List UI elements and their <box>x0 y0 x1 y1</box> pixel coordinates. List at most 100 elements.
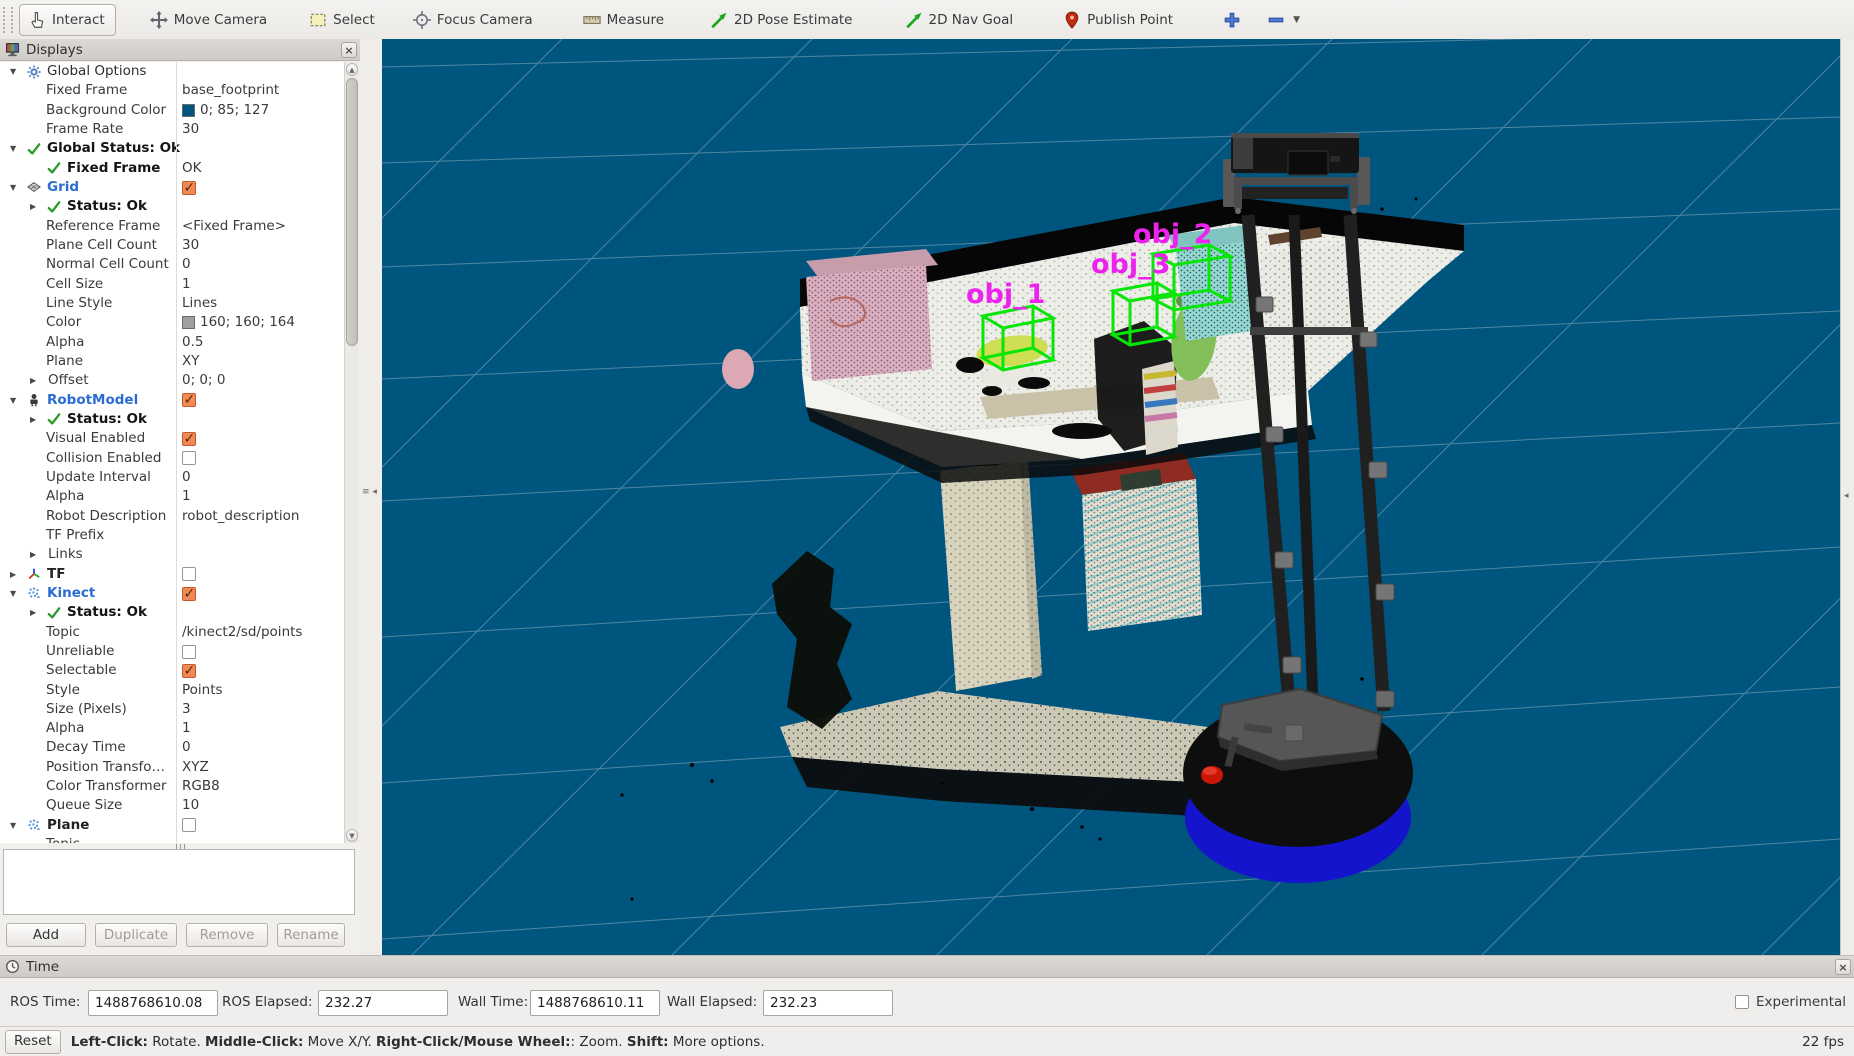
property-value[interactable]: OK <box>176 159 345 178</box>
tree-row[interactable]: Size (Pixels)3 <box>0 700 345 719</box>
tree-row[interactable]: ▶TF <box>0 565 345 584</box>
tree-row[interactable]: StylePoints <box>0 681 345 700</box>
property-value[interactable] <box>176 391 345 410</box>
tree-row[interactable]: ▼Global Status: Ok <box>0 139 345 158</box>
tree-row[interactable]: Position Transfo…XYZ <box>0 758 345 777</box>
scroll-up-icon[interactable]: ▲ <box>346 63 358 76</box>
tree-row[interactable]: Robot Descriptionrobot_description <box>0 507 345 526</box>
tool-pose-estimate[interactable]: 2D Pose Estimate <box>706 5 856 35</box>
remove-button[interactable]: Remove <box>186 923 268 947</box>
tree-row[interactable]: Fixed FrameOK <box>0 159 345 178</box>
expander-open-icon[interactable]: ▼ <box>10 62 16 81</box>
expander-closed-icon[interactable]: ▶ <box>30 371 36 390</box>
tree-row[interactable]: ▶Status: Ok <box>0 603 345 622</box>
property-value[interactable]: 0; 0; 0 <box>176 371 345 390</box>
tree-row[interactable]: ▼Plane <box>0 816 345 835</box>
expander-closed-icon[interactable]: ▶ <box>30 410 36 429</box>
tree-row[interactable]: ▶Status: Ok <box>0 410 345 429</box>
time-panel-header[interactable]: Time × <box>0 956 1854 978</box>
left-splitter[interactable]: ≡ ◂ <box>360 39 383 955</box>
property-value[interactable]: 0 <box>176 738 345 757</box>
rename-button[interactable]: Rename <box>277 923 345 947</box>
displays-panel-header[interactable]: Displays × <box>0 39 360 61</box>
property-value[interactable]: RGB8 <box>176 777 345 796</box>
tree-row[interactable]: PlaneXY <box>0 352 345 371</box>
chevron-down-icon[interactable]: ▼ <box>1293 15 1300 25</box>
property-value[interactable] <box>176 197 345 216</box>
property-value[interactable]: 3 <box>176 700 345 719</box>
property-value[interactable]: 1 <box>176 719 345 738</box>
tool-select[interactable]: Select <box>305 5 379 35</box>
tree-row[interactable]: Decay Time0 <box>0 738 345 757</box>
property-value[interactable] <box>176 62 345 81</box>
tree-row[interactable]: ▶Links <box>0 545 345 564</box>
property-value[interactable] <box>176 449 345 468</box>
property-value[interactable]: base_footprint <box>176 81 345 100</box>
property-value[interactable] <box>176 642 345 661</box>
displays-close-button[interactable]: × <box>341 42 357 58</box>
right-collapse-icon[interactable]: ◂ <box>1844 491 1849 501</box>
right-collapsed-panel[interactable]: ◂ <box>1840 39 1854 955</box>
wall-elapsed-input[interactable] <box>763 990 893 1016</box>
property-value[interactable] <box>176 139 345 158</box>
property-value[interactable]: XY <box>176 352 345 371</box>
scrollbar-thumb[interactable] <box>346 78 358 346</box>
scroll-down-icon[interactable]: ▼ <box>346 829 358 842</box>
tool-measure[interactable]: Measure <box>579 5 668 35</box>
tree-row[interactable]: Visual Enabled <box>0 429 345 448</box>
tree-row[interactable]: Alpha1 <box>0 487 345 506</box>
checkbox-checked[interactable] <box>182 181 196 195</box>
property-value[interactable]: 0 <box>176 255 345 274</box>
tree-row[interactable]: Queue Size10 <box>0 796 345 815</box>
property-value[interactable] <box>176 603 345 622</box>
checkbox-checked[interactable] <box>182 587 196 601</box>
expander-open-icon[interactable]: ▼ <box>10 584 16 603</box>
3d-viewport[interactable]: obj_1 obj_3 obj_2 <box>382 39 1840 955</box>
tree-row[interactable]: ▼Grid <box>0 178 345 197</box>
reset-button[interactable]: Reset <box>5 1030 61 1054</box>
tree-row[interactable]: Topic <box>0 835 345 843</box>
tree-row[interactable]: TF Prefix <box>0 526 345 545</box>
checkbox-checked[interactable] <box>182 664 196 678</box>
tree-row[interactable]: ▶Status: Ok <box>0 197 345 216</box>
experimental-checkbox[interactable] <box>1735 995 1749 1009</box>
property-value[interactable]: <Fixed Frame> <box>176 217 345 236</box>
tool-focus-camera[interactable]: Focus Camera <box>409 5 537 35</box>
tool-publish-point[interactable]: Publish Point <box>1059 5 1177 35</box>
tree-row[interactable]: Background Color0; 85; 127 <box>0 101 345 120</box>
checkbox-unchecked[interactable] <box>182 818 196 832</box>
toolbar-grip[interactable] <box>3 7 13 33</box>
property-value[interactable]: Lines <box>176 294 345 313</box>
splitter-collapse-icon[interactable]: ≡ ◂ <box>362 488 377 497</box>
tree-row[interactable]: ▶Offset0; 0; 0 <box>0 371 345 390</box>
tool-remove-tool[interactable]: ▼ <box>1263 5 1304 35</box>
checkbox-unchecked[interactable] <box>182 567 196 581</box>
property-value[interactable]: XYZ <box>176 758 345 777</box>
tree-row[interactable]: Reference Frame<Fixed Frame> <box>0 217 345 236</box>
tree-row[interactable]: Alpha1 <box>0 719 345 738</box>
wall-time-input[interactable] <box>530 990 660 1016</box>
tree-row[interactable]: Normal Cell Count0 <box>0 255 345 274</box>
checkbox-checked[interactable] <box>182 393 196 407</box>
property-value[interactable]: 1 <box>176 275 345 294</box>
tree-row[interactable]: Color TransformerRGB8 <box>0 777 345 796</box>
property-value[interactable]: robot_description <box>176 507 345 526</box>
property-value[interactable]: 160; 160; 164 <box>176 313 345 332</box>
expander-open-icon[interactable]: ▼ <box>10 816 16 835</box>
tree-row[interactable]: Collision Enabled <box>0 449 345 468</box>
tree-row[interactable]: Color160; 160; 164 <box>0 313 345 332</box>
property-value[interactable] <box>176 410 345 429</box>
property-value[interactable] <box>176 584 345 603</box>
tree-row[interactable]: Line StyleLines <box>0 294 345 313</box>
tree-row[interactable]: ▼Global Options <box>0 62 345 81</box>
property-value[interactable] <box>176 178 345 197</box>
tree-row[interactable]: Alpha0.5 <box>0 333 345 352</box>
tree-row[interactable]: Update Interval0 <box>0 468 345 487</box>
tree-row[interactable]: ▼Kinect <box>0 584 345 603</box>
property-value[interactable]: 30 <box>176 120 345 139</box>
displays-scrollbar[interactable]: ▲ ▼ <box>344 62 359 843</box>
expander-closed-icon[interactable]: ▶ <box>30 197 36 216</box>
tool-nav-goal[interactable]: 2D Nav Goal <box>901 5 1018 35</box>
expander-closed-icon[interactable]: ▶ <box>10 565 16 584</box>
tree-row[interactable]: Frame Rate30 <box>0 120 345 139</box>
